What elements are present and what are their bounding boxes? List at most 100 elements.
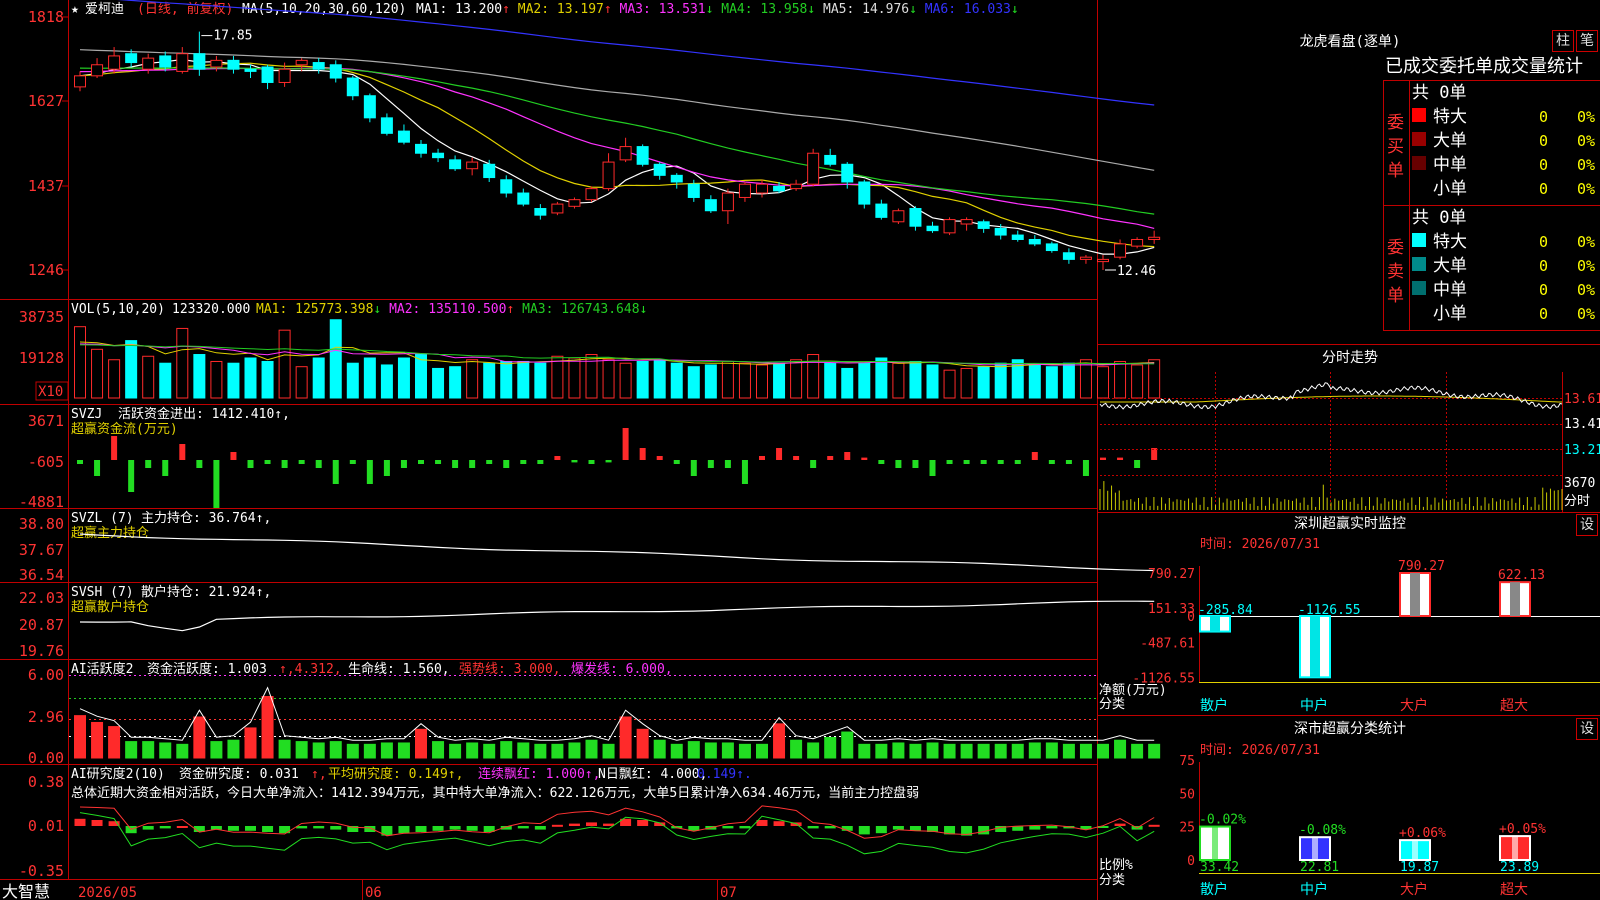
candle-body [380,117,393,134]
fund-flow-bar [418,460,424,464]
ai2-axis-label: -0.35 [19,862,64,880]
activity-bar [756,743,768,759]
volume-bar [721,360,734,399]
volume-bar [244,357,257,399]
volume-bar [415,354,427,399]
fund-flow-bar [656,456,663,460]
svzj-sub: 超赢资金流(万元) [71,421,178,437]
volume-bar [295,366,308,399]
activity-bar [1011,743,1024,759]
ai2-p5: N日飘红: 4.000, [598,766,707,782]
volume-ma-line [79,344,1155,365]
volume-ma-lines [79,341,1155,368]
fenshi-axis-label: 13.21 [1564,443,1600,458]
activity-bar [278,739,291,759]
fund-flow-bar [997,460,1004,464]
candle-body [619,146,632,161]
activity-bar [738,743,751,759]
ma-5-line [79,58,1155,255]
activity-bar [295,741,308,759]
brand-label: 大智慧 [2,882,50,900]
stats-category-label: 中户 [1300,881,1328,898]
candle-body [892,210,905,223]
legend-arrow: ↓ [373,302,389,317]
volume-bar [210,360,223,399]
order-type-label: 特大 [1433,232,1467,252]
research-bar [892,826,904,830]
fund-flow-bar [230,452,237,460]
bar-view-button[interactable]: 柱 [1552,30,1574,52]
activity-bar [790,739,803,759]
ma-legend: MA1: 13.200↑ MA2: 13.197↑ MA3: 13.531↓ M… [416,2,1019,17]
tick-view-button[interactable]: 笔 [1576,30,1598,52]
research-bar [91,820,103,826]
candle-body [346,77,359,97]
volume-bar [329,319,342,399]
legend-arrow: ↓ [1011,2,1019,17]
activity-bar [636,728,649,759]
fund-flow-bar [1100,457,1106,460]
activity-bar [380,742,393,759]
svzj-axis-label: 3671 [28,412,64,430]
fund-flow-bar [366,460,373,484]
research-bar [313,826,325,829]
legend-item: MA4: 13.958 [721,2,807,17]
monitor-settings-button[interactable]: 设 [1576,514,1598,536]
volume-bar [1131,364,1144,399]
stats-value-label: 22.81 [1300,860,1339,875]
research-bar [824,826,836,829]
ai1-axis-label: 2.96 [28,708,64,726]
fund-flow-bar [571,460,578,463]
star-icon: ★ [71,2,79,17]
ai2-p2: ↑, [311,767,327,782]
candle-body [977,221,990,229]
volume-bar [176,327,189,399]
fenshi-title: 分时走势 [1322,350,1378,366]
research-bar [1029,826,1041,830]
monitor-bar-label: 790.27 [1398,559,1445,574]
ai2-title: AI研究度2(10) [71,766,165,782]
order-total: 共 0单 [1412,83,1466,103]
side-label-char: 单 [1387,161,1404,181]
fund-flow-bar [1031,452,1038,460]
volume-bar [159,362,172,399]
activity-bars [74,696,1161,759]
ai2-axis-label: 0.01 [28,817,64,835]
candle-body [704,199,717,212]
volume-ma-line [79,343,1155,366]
ai1-p2: ↑,4.312, [279,662,342,677]
candle-body [1028,238,1041,245]
candle-body [926,225,939,232]
svzl-axis-label: 38.80 [19,515,64,533]
monitor-axis-label: 0 [1187,610,1195,625]
research-bar [159,826,171,829]
volume-bar [91,348,104,399]
legend-item: MA3: 126743.648 [522,302,639,317]
activity-bar [346,743,359,759]
fund-flow-bar [520,460,527,464]
activity-bar [1131,743,1144,759]
fund-flow-bar [588,460,595,464]
activity-bar [1045,742,1058,759]
fund-flow-bar [400,460,407,468]
legend-item: MA2: 13.197 [518,2,604,17]
activity-bar [415,728,427,759]
order-type-label: 中单 [1433,155,1467,175]
volume-bar [602,359,615,399]
stats-settings-button[interactable]: 设 [1576,718,1598,740]
research-bar [773,821,785,826]
candle-body [909,208,922,227]
fund-flow-bar [844,452,851,460]
svzj-axis-label: -4881 [19,493,64,511]
volume-bar [278,329,291,399]
monitor-category-label: 超大 [1500,698,1528,714]
volume-bar [551,355,564,399]
order-percent: 0% [1577,281,1595,299]
monitor-category-label: 中户 [1300,697,1328,714]
candle-body [176,53,189,72]
fund-flow-bar [503,460,510,468]
candle-body [415,143,427,154]
research-bar [637,820,649,826]
ai1-axis-label: 0.00 [28,749,64,767]
research-bar [739,826,751,829]
